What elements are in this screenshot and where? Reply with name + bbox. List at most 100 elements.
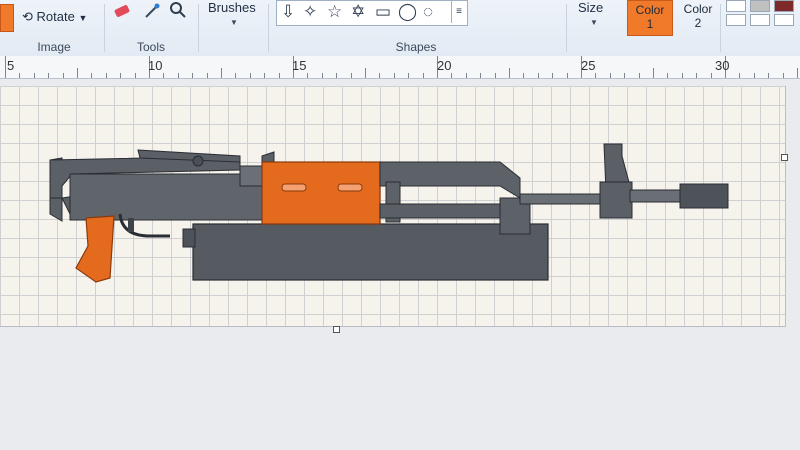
color2-button[interactable]: Color 2 xyxy=(676,0,720,34)
image-group: ⟲ Rotate ▼ Image xyxy=(0,0,108,56)
color2-label: Color xyxy=(683,2,713,16)
image-group-label: Image xyxy=(37,40,71,54)
ruler-tick xyxy=(19,73,21,78)
ruler-tick xyxy=(264,73,266,78)
tools-group: Tools xyxy=(105,0,197,56)
tools-group-label: Tools xyxy=(136,40,165,54)
ribbon: ⟲ Rotate ▼ Image Tools Brushes ▼ ⇩ ✧ ☆ ✡… xyxy=(0,0,800,57)
ruler-tick xyxy=(624,73,626,78)
ruler-tick xyxy=(753,73,755,78)
rotate-icon: ⟲ xyxy=(22,9,33,24)
select-chip[interactable] xyxy=(0,4,14,32)
size-group: Size ▼ xyxy=(570,0,620,56)
resize-handle-bottom[interactable] xyxy=(333,326,340,333)
shapes-group-label: Shapes xyxy=(395,40,437,54)
ruler-tick xyxy=(235,73,237,78)
ruler-tick xyxy=(62,73,64,78)
horizontal-ruler: 5 10 15 20 25 30 xyxy=(0,56,800,79)
ruler-tick xyxy=(739,73,741,78)
chevron-down-icon: ▼ xyxy=(78,13,88,23)
magnifier-icon[interactable] xyxy=(169,1,187,19)
ruler-label: 5 xyxy=(7,58,15,73)
eraser-icon[interactable] xyxy=(113,2,131,20)
ruler-tick xyxy=(451,73,453,78)
color1-label: Color xyxy=(635,3,665,17)
rifle-drawing xyxy=(49,143,729,283)
ruler-label: 15 xyxy=(292,58,307,73)
ruler-tick xyxy=(105,73,107,78)
ruler-tick xyxy=(667,73,669,78)
color1-button[interactable]: Color 1 xyxy=(627,0,673,36)
resize-handle-right[interactable] xyxy=(781,154,788,161)
ruler-tick xyxy=(509,68,510,78)
rotate-label: Rotate xyxy=(36,9,75,24)
ruler-tick xyxy=(163,73,165,78)
separator xyxy=(268,4,269,52)
ruler-tick xyxy=(710,73,712,78)
color1-number: 1 xyxy=(646,17,654,31)
ruler-tick xyxy=(350,73,352,78)
ruler-tick xyxy=(321,73,323,78)
ruler-tick xyxy=(48,73,50,78)
ruler-tick xyxy=(91,73,93,78)
ruler-tick xyxy=(638,73,640,78)
ruler-tick xyxy=(494,73,496,78)
ruler-tick xyxy=(537,73,539,78)
separator xyxy=(198,4,199,52)
ruler-tick xyxy=(768,73,770,78)
ruler-tick xyxy=(523,73,525,78)
size-label: Size xyxy=(578,0,604,15)
ruler-tick xyxy=(595,73,597,78)
ruler-tick xyxy=(5,56,6,78)
drawing-canvas[interactable] xyxy=(0,86,788,333)
ruler-tick xyxy=(379,73,381,78)
ruler-tick xyxy=(249,73,251,78)
ruler-tick xyxy=(696,73,698,78)
shapes-group: Shapes xyxy=(276,0,566,56)
ruler-tick xyxy=(480,73,482,78)
ruler-tick xyxy=(221,68,222,78)
ruler-tick xyxy=(552,73,554,78)
ruler-tick xyxy=(681,73,683,78)
ruler-tick xyxy=(77,68,78,78)
size-button[interactable]: Size xyxy=(578,0,603,15)
chevron-down-icon: ▼ xyxy=(590,18,598,27)
palette-swatch[interactable] xyxy=(774,14,794,26)
brushes-label: Brushes xyxy=(208,0,256,15)
separator xyxy=(720,4,721,52)
palette-swatch[interactable] xyxy=(726,0,746,12)
ruler-tick xyxy=(465,73,467,78)
rotate-button[interactable]: ⟲ Rotate ▼ xyxy=(22,9,87,25)
palette-swatch[interactable] xyxy=(750,0,770,12)
separator xyxy=(566,4,567,52)
ruler-label: 20 xyxy=(437,58,452,73)
palette-swatch[interactable] xyxy=(726,14,746,26)
ruler-tick xyxy=(336,73,338,78)
brushes-group: Brushes ▼ xyxy=(200,0,266,56)
ruler-tick xyxy=(393,73,395,78)
ruler-tick xyxy=(177,73,179,78)
ruler-tick xyxy=(797,68,798,78)
ruler-tick xyxy=(609,73,611,78)
color-picker-icon[interactable] xyxy=(143,2,161,20)
palette-swatch[interactable] xyxy=(750,14,770,26)
ruler-tick xyxy=(782,73,784,78)
color2-number: 2 xyxy=(694,16,702,30)
ruler-tick xyxy=(134,73,136,78)
ruler-tick xyxy=(422,73,424,78)
ruler-tick xyxy=(33,73,35,78)
ruler-tick xyxy=(278,73,280,78)
palette-swatch[interactable] xyxy=(774,0,794,12)
ruler-tick xyxy=(653,68,654,78)
ruler-tick xyxy=(192,73,194,78)
ruler-tick xyxy=(206,73,208,78)
ruler-label: 25 xyxy=(581,58,596,73)
ruler-tick xyxy=(408,73,410,78)
ruler-label: 10 xyxy=(148,58,163,73)
ruler-tick xyxy=(307,73,309,78)
ruler-tick xyxy=(365,68,366,78)
brushes-button[interactable]: Brushes xyxy=(208,0,256,15)
ruler-tick xyxy=(120,73,122,78)
ruler-tick xyxy=(566,73,568,78)
chevron-down-icon: ▼ xyxy=(230,18,238,27)
